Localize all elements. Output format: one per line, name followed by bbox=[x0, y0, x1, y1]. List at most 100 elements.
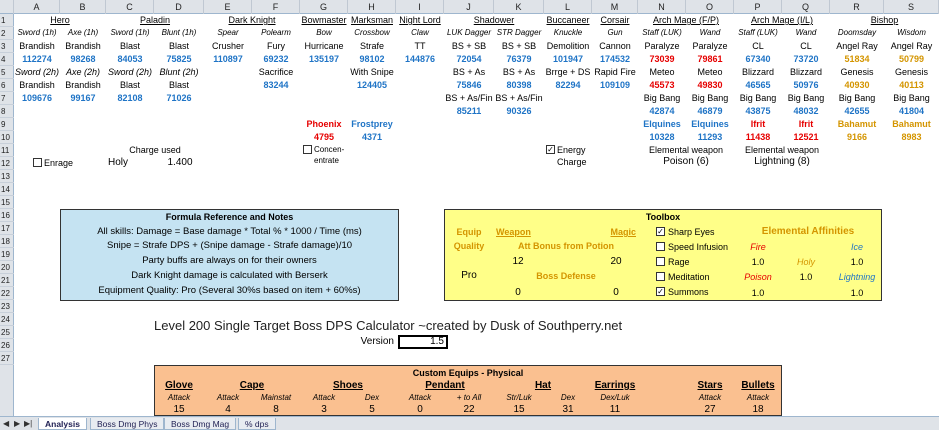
poison-affinity[interactable]: 1.0 bbox=[734, 287, 782, 299]
row-header[interactable]: 11 bbox=[0, 144, 14, 157]
row-header[interactable]: 16 bbox=[0, 209, 14, 222]
lightning-affinity[interactable]: 1.0 bbox=[830, 287, 884, 299]
col-header[interactable]: I bbox=[396, 0, 444, 14]
col-header[interactable]: K bbox=[494, 0, 544, 14]
weapon-boss-defense[interactable]: 0 bbox=[508, 287, 528, 299]
row-header[interactable]: 4 bbox=[0, 53, 14, 66]
meditation-checkbox[interactable] bbox=[656, 272, 665, 281]
stat-value[interactable]: 27 bbox=[686, 404, 734, 416]
row-header[interactable]: 2 bbox=[0, 27, 14, 40]
row-header[interactable]: 23 bbox=[0, 300, 14, 313]
next-sheet-icon[interactable]: ▶ bbox=[14, 419, 20, 428]
fire-affinity[interactable]: 1.0 bbox=[734, 256, 782, 268]
first-sheet-icon[interactable]: ◀ bbox=[3, 419, 9, 428]
col-header[interactable]: B bbox=[60, 0, 106, 14]
enrage-checkbox[interactable] bbox=[33, 158, 42, 167]
col-header[interactable]: L bbox=[544, 0, 592, 14]
row-header[interactable]: 19 bbox=[0, 248, 14, 261]
row-header[interactable]: 13 bbox=[0, 170, 14, 183]
stat-value[interactable]: 31 bbox=[544, 404, 592, 416]
page-title: Level 200 Single Target Boss DPS Calcula… bbox=[154, 318, 623, 333]
version-value[interactable]: 1.5 bbox=[398, 336, 444, 348]
skill-cell: Brandish bbox=[19, 41, 55, 51]
weapon-cell: Sword (1h) bbox=[110, 28, 150, 37]
col-header[interactable]: A bbox=[14, 0, 60, 14]
col-header[interactable]: H bbox=[348, 0, 396, 14]
col-header[interactable]: G bbox=[300, 0, 348, 14]
quality-value[interactable]: Pro bbox=[444, 270, 494, 282]
col-header[interactable]: P bbox=[734, 0, 782, 14]
stat-value[interactable]: 22 bbox=[444, 404, 494, 416]
row-header[interactable]: 24 bbox=[0, 313, 14, 326]
stat-value[interactable]: 11 bbox=[592, 404, 638, 416]
dps-value: 98268 bbox=[70, 54, 96, 64]
magic-att-bonus[interactable]: 20 bbox=[606, 256, 626, 268]
stat-value[interactable]: 0 bbox=[396, 404, 444, 416]
row-header[interactable]: 1 bbox=[0, 14, 14, 27]
skill-cell: Big Bang bbox=[691, 93, 729, 103]
summon-dps: 10328 bbox=[649, 132, 675, 142]
stat-value[interactable]: 15 bbox=[154, 404, 204, 416]
row-header[interactable]: 10 bbox=[0, 131, 14, 144]
col-header[interactable]: D bbox=[154, 0, 204, 14]
col-header[interactable]: F bbox=[252, 0, 300, 14]
tab-boss-dmg-phys[interactable]: Boss Dmg Phys bbox=[90, 418, 165, 430]
corner-cell[interactable] bbox=[0, 0, 14, 14]
last-sheet-icon[interactable]: ▶| bbox=[24, 419, 32, 428]
col-header[interactable]: N bbox=[638, 0, 686, 14]
row-header[interactable]: 26 bbox=[0, 339, 14, 352]
row-header[interactable]: 20 bbox=[0, 261, 14, 274]
col-header[interactable]: E bbox=[204, 0, 252, 14]
tab-percent-dps[interactable]: % dps bbox=[238, 418, 276, 430]
row-header[interactable]: 22 bbox=[0, 287, 14, 300]
summons-checkbox[interactable]: ✓ bbox=[656, 287, 665, 296]
row-header[interactable]: 21 bbox=[0, 274, 14, 287]
col-header[interactable]: C bbox=[106, 0, 154, 14]
row-header[interactable]: 25 bbox=[0, 326, 14, 339]
tab-boss-dmg-mag[interactable]: Boss Dmg Mag bbox=[164, 418, 237, 430]
stat-value[interactable]: 4 bbox=[204, 404, 252, 416]
rage-checkbox[interactable] bbox=[656, 257, 665, 266]
row-header[interactable]: 9 bbox=[0, 118, 14, 131]
col-header[interactable]: R bbox=[830, 0, 884, 14]
row-header[interactable]: 27 bbox=[0, 352, 14, 365]
weapon-cell: Axe (2h) bbox=[65, 67, 100, 77]
col-header[interactable]: M bbox=[592, 0, 638, 14]
row-header[interactable]: 3 bbox=[0, 40, 14, 53]
energy-charge-checkbox[interactable]: ✓ bbox=[546, 145, 555, 154]
row-header[interactable]: 6 bbox=[0, 79, 14, 92]
weapon-cell: Staff (LUK) bbox=[642, 28, 682, 37]
row-header[interactable]: 14 bbox=[0, 183, 14, 196]
stat-value[interactable]: 3 bbox=[300, 404, 348, 416]
stat-value[interactable]: 5 bbox=[348, 404, 396, 416]
stat-value[interactable]: 15 bbox=[494, 404, 544, 416]
tab-analysis[interactable]: Analysis bbox=[38, 418, 87, 430]
speed-infusion-label: Speed Infusion bbox=[668, 242, 729, 252]
col-header[interactable]: S bbox=[884, 0, 939, 14]
row-header[interactable]: 8 bbox=[0, 105, 14, 118]
ice-affinity[interactable]: 1.0 bbox=[830, 256, 884, 268]
col-header[interactable]: Q bbox=[782, 0, 830, 14]
row-header[interactable]: 15 bbox=[0, 196, 14, 209]
col-header[interactable]: O bbox=[686, 0, 734, 14]
weapon-att-bonus[interactable]: 12 bbox=[508, 256, 528, 268]
class-arch-mage-il: Arch Mage (I/L) bbox=[750, 15, 814, 25]
row-header[interactable]: 18 bbox=[0, 235, 14, 248]
row-header[interactable]: 5 bbox=[0, 66, 14, 79]
dps-value: 82294 bbox=[555, 80, 581, 90]
stat-value[interactable]: 18 bbox=[734, 404, 782, 416]
row-header[interactable]: 7 bbox=[0, 92, 14, 105]
col-header[interactable]: J bbox=[444, 0, 494, 14]
concentrate-checkbox[interactable] bbox=[303, 145, 312, 154]
elemental-weapon-select[interactable]: Poison (6) bbox=[638, 156, 734, 168]
charge-element[interactable]: Holy bbox=[108, 157, 128, 169]
speed-infusion-checkbox[interactable] bbox=[656, 242, 665, 251]
holy-affinity[interactable]: 1.0 bbox=[782, 271, 830, 283]
weapon-cell: Wand bbox=[795, 28, 817, 37]
magic-boss-defense[interactable]: 0 bbox=[606, 287, 626, 299]
row-header[interactable]: 12 bbox=[0, 157, 14, 170]
elemental-weapon-select[interactable]: Lightning (8) bbox=[734, 156, 830, 168]
row-header[interactable]: 17 bbox=[0, 222, 14, 235]
sharp-eyes-checkbox[interactable]: ✓ bbox=[656, 227, 665, 236]
stat-value[interactable]: 8 bbox=[252, 404, 300, 416]
